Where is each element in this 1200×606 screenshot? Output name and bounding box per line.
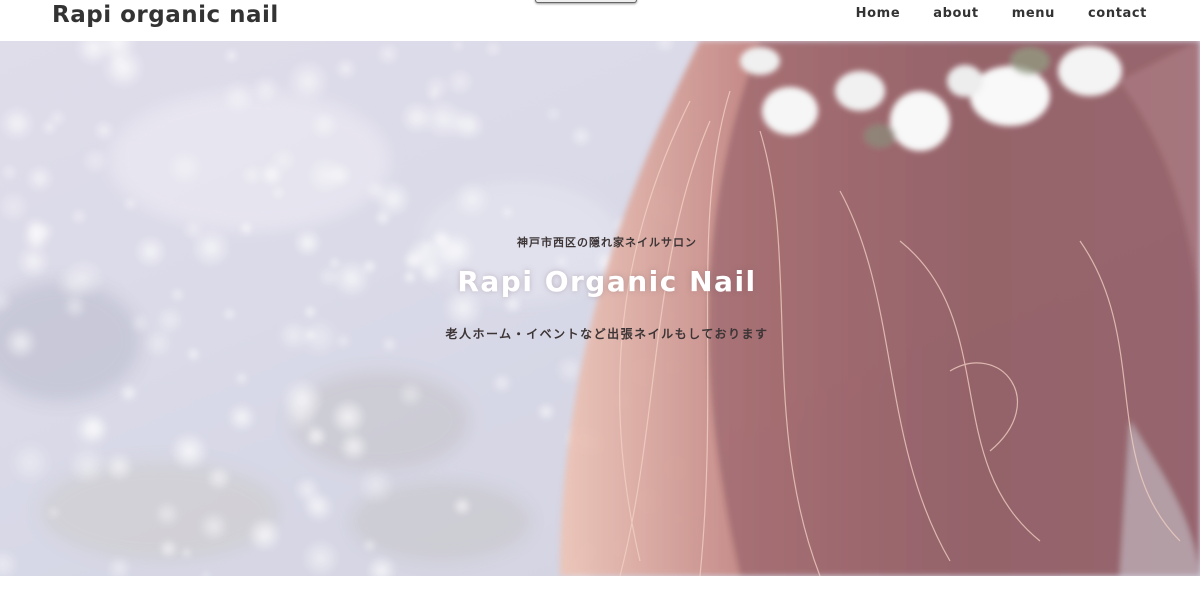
hero-kicker: 神戸市西区の隠れ家ネイルサロン <box>517 236 697 249</box>
site-header: Rapi organic nail Home about menu contac… <box>0 0 1200 41</box>
below-hero-area <box>0 576 1200 606</box>
nav-about-link[interactable]: about <box>933 5 978 23</box>
hero-text-block: 神戸市西区の隠れ家ネイルサロン Rapi Organic Nail 老人ホーム・… <box>0 41 1200 576</box>
site-title-link[interactable]: Rapi organic nail <box>52 1 279 29</box>
main-nav: Home about menu contact <box>856 5 1147 23</box>
hero-subtitle: 老人ホーム・イベントなど出張ネイルもしております <box>445 327 769 341</box>
nav-menu-link[interactable]: menu <box>1012 5 1055 23</box>
hero-section: 神戸市西区の隠れ家ネイルサロン Rapi Organic Nail 老人ホーム・… <box>0 41 1200 576</box>
browser-tab-handle[interactable] <box>535 0 637 3</box>
hero-title: Rapi Organic Nail <box>457 265 757 298</box>
nav-home-link[interactable]: Home <box>856 5 901 23</box>
nav-contact-link[interactable]: contact <box>1088 5 1147 23</box>
